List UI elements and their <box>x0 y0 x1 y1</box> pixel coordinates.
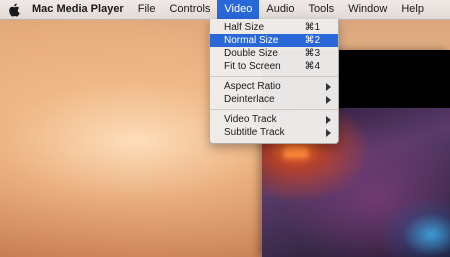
menu-item-video-track[interactable]: Video Track <box>210 113 338 126</box>
menu-audio[interactable]: Audio <box>259 0 301 19</box>
menu-item-fit-to-screen[interactable]: Fit to Screen ⌘4 <box>210 60 338 73</box>
menu-item-label: Normal Size <box>224 35 279 46</box>
menu-file[interactable]: File <box>131 0 163 19</box>
apple-icon[interactable] <box>8 3 28 17</box>
menu-tools[interactable]: Tools <box>302 0 342 19</box>
menu-item-label: Half Size <box>224 22 265 33</box>
menu-separator <box>210 76 338 77</box>
submenu-arrow-icon <box>326 83 331 91</box>
shortcut-label: ⌘1 <box>304 22 320 33</box>
shortcut-label: ⌘3 <box>304 48 320 59</box>
app-menu[interactable]: Mac Media Player <box>28 0 131 19</box>
menu-controls[interactable]: Controls <box>162 0 217 19</box>
menu-item-label: Deinterlace <box>224 94 275 105</box>
menu-item-aspect-ratio[interactable]: Aspect Ratio <box>210 80 338 93</box>
shortcut-label: ⌘2 <box>304 35 320 46</box>
menu-separator <box>210 109 338 110</box>
menu-window[interactable]: Window <box>341 0 394 19</box>
submenu-arrow-icon <box>326 116 331 124</box>
menu-item-half-size[interactable]: Half Size ⌘1 <box>210 21 338 34</box>
menu-item-label: Double Size <box>224 48 278 59</box>
menu-item-normal-size[interactable]: Normal Size ⌘2 <box>210 34 338 47</box>
menu-video[interactable]: Video <box>217 0 260 19</box>
menu-item-label: Subtitle Track <box>224 127 285 138</box>
menu-item-label: Video Track <box>224 114 277 125</box>
menu-help[interactable]: Help <box>394 0 431 19</box>
shortcut-label: ⌘4 <box>304 61 320 72</box>
menu-item-double-size[interactable]: Double Size ⌘3 <box>210 47 338 60</box>
video-menu-dropdown: Half Size ⌘1 Normal Size ⌘2 Double Size … <box>209 19 339 144</box>
menu-item-deinterlace[interactable]: Deinterlace <box>210 93 338 106</box>
submenu-arrow-icon <box>326 129 331 137</box>
menu-bar: Mac Media Player File Controls Video Aud… <box>0 0 450 20</box>
video-lamp-glow <box>284 148 308 158</box>
menu-item-label: Aspect Ratio <box>224 81 281 92</box>
menu-item-label: Fit to Screen <box>224 61 281 72</box>
menu-item-subtitle-track[interactable]: Subtitle Track <box>210 126 338 139</box>
submenu-arrow-icon <box>326 96 331 104</box>
